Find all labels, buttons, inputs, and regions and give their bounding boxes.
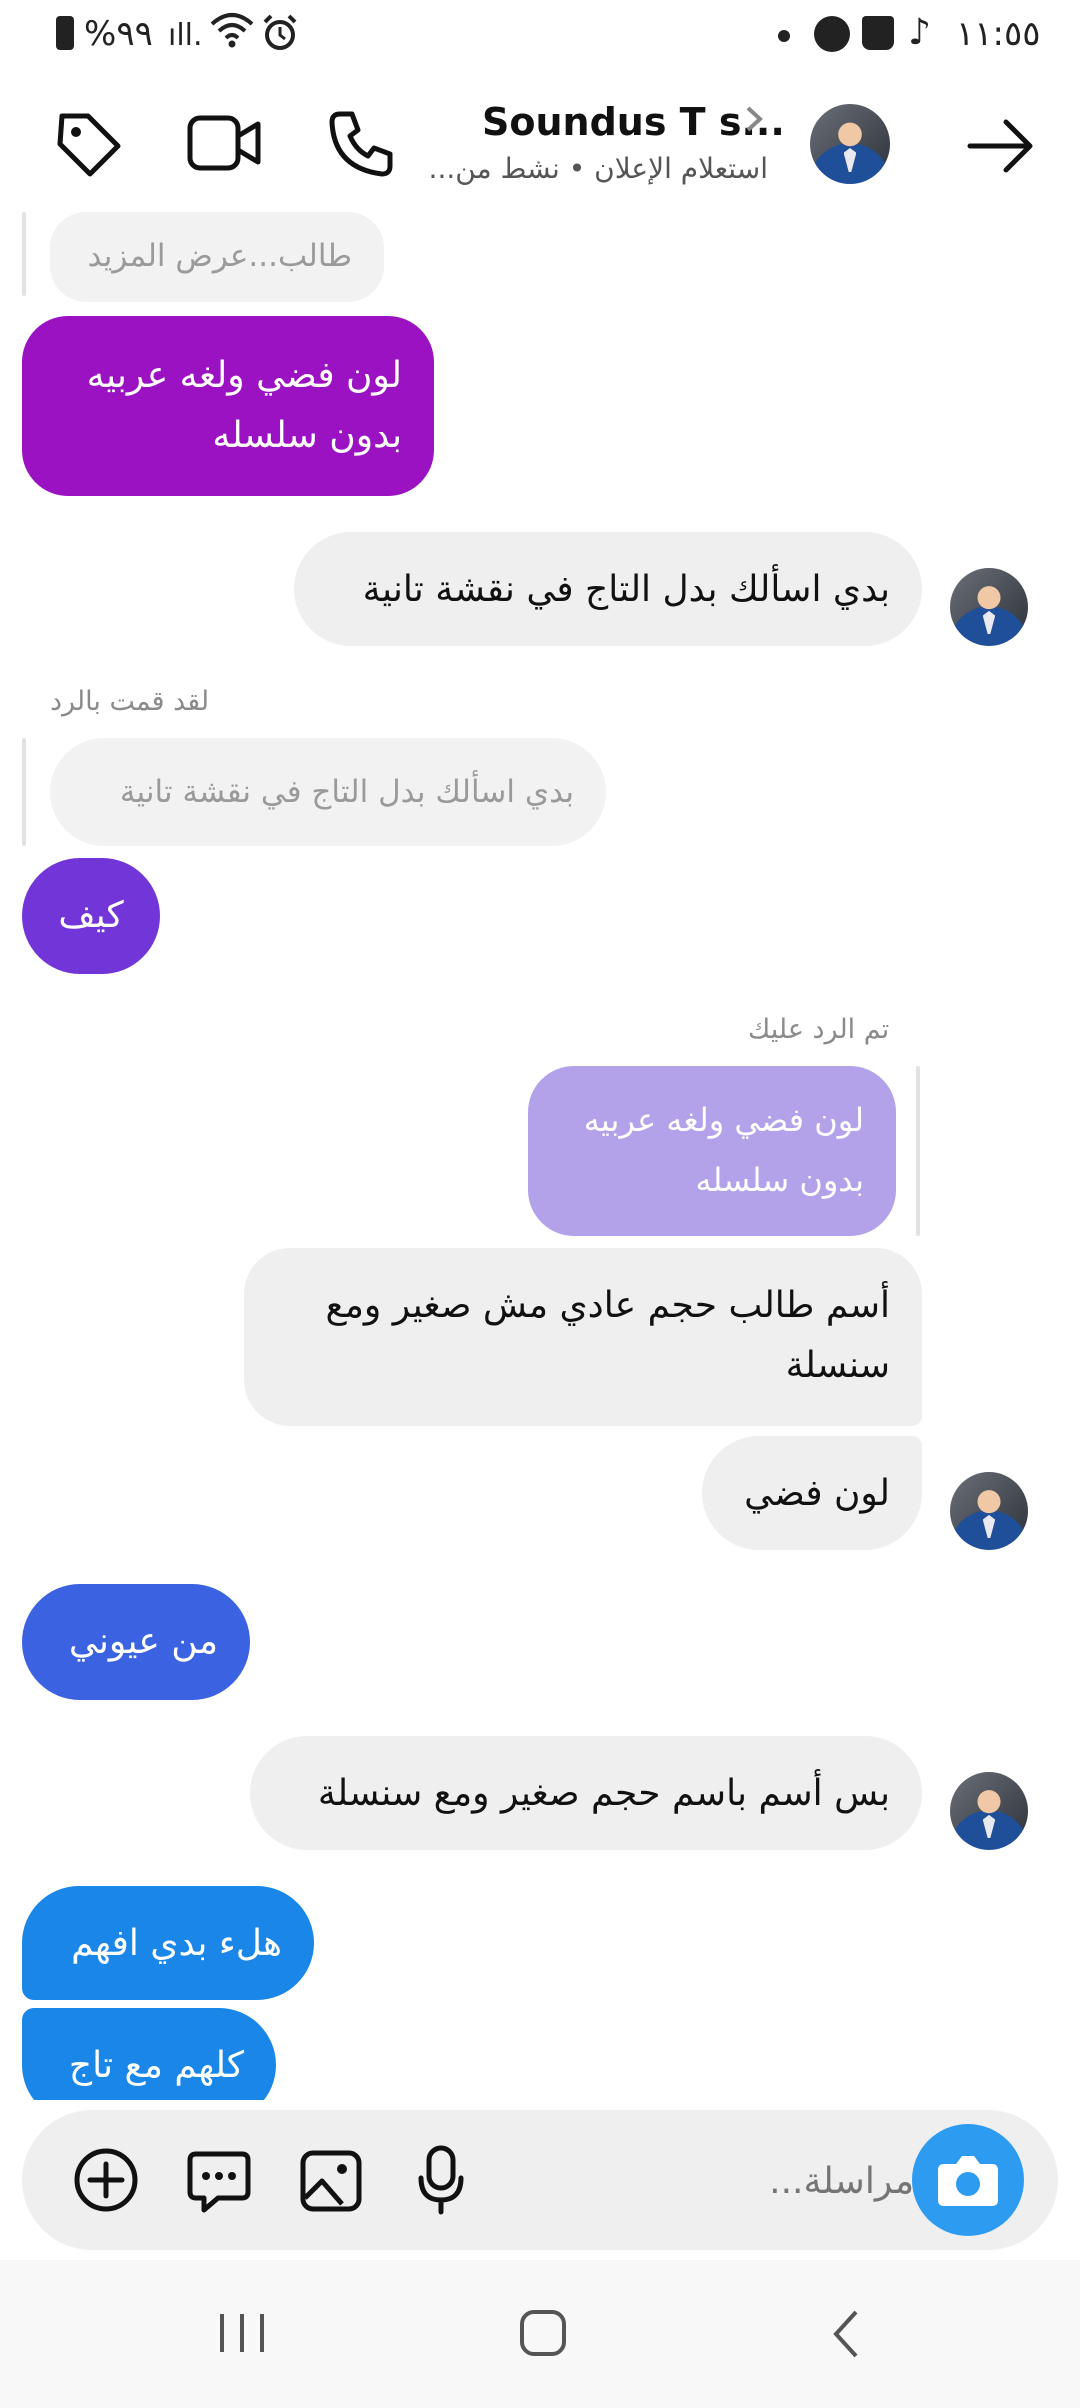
alarm-icon	[262, 14, 298, 61]
chevron-right-icon	[744, 104, 764, 138]
reply-preview[interactable]: بدي اسألك بدل التاج في نقشة تانية	[50, 738, 606, 846]
battery-text: %٩٩	[84, 14, 153, 54]
messenger-icon	[814, 16, 850, 52]
status-bar: %٩٩ ıll. ♪ ١١:٥٥	[0, 0, 1080, 72]
contact-avatar[interactable]	[810, 104, 890, 184]
system-nav-bar	[0, 2260, 1080, 2408]
conversation-subtitle: استعلام الإعلان • نشط من...	[428, 152, 768, 185]
received-message[interactable]: لون فضي	[702, 1436, 922, 1550]
reply-bar	[22, 212, 26, 296]
replied-to-message[interactable]: لون فضي ولغه عربيه بدون سلسله	[528, 1066, 896, 1236]
mic-icon[interactable]	[416, 2144, 466, 2220]
wifi-icon	[210, 10, 254, 59]
battery-icon	[56, 16, 74, 50]
reply-bar	[916, 1066, 920, 1236]
sender-avatar[interactable]	[950, 568, 1028, 646]
camera-icon	[938, 2156, 998, 2206]
back-arrow-icon[interactable]	[966, 118, 1036, 178]
reply-preview[interactable]: طالب...عرض المزيد	[50, 212, 384, 302]
reply-caption: تم الرد عليك	[748, 1014, 890, 1045]
received-message[interactable]: بدي اسألك بدل التاج في نقشة تانية	[294, 532, 922, 646]
sender-avatar[interactable]	[950, 1772, 1028, 1850]
conversation-title[interactable]: Soundus T s...	[482, 100, 785, 144]
signal-icon: ıll.	[168, 18, 203, 53]
received-message[interactable]: أسم طالب حجم عادي مش صغير ومع سنسلة	[244, 1248, 922, 1426]
video-call-icon[interactable]	[186, 110, 262, 180]
dot-icon	[778, 30, 790, 42]
back-icon[interactable]	[826, 2306, 866, 2366]
sent-message[interactable]: هلء بدي افهم	[22, 1886, 314, 2000]
plus-icon[interactable]	[72, 2146, 140, 2218]
received-message[interactable]: بس أسم باسم حجم صغير ومع سنسلة	[250, 1736, 922, 1850]
sent-message[interactable]: لون فضي ولغه عربيه بدون سلسله	[22, 316, 434, 496]
tiktok-icon: ♪	[908, 12, 931, 53]
message-input[interactable]	[492, 2148, 916, 2214]
tag-icon[interactable]	[52, 108, 124, 184]
reply-bar	[22, 738, 26, 846]
shopping-bag-icon	[862, 16, 894, 50]
sender-avatar[interactable]	[950, 1472, 1028, 1550]
sent-message[interactable]: من عيوني	[22, 1584, 250, 1700]
message-composer	[22, 2110, 1058, 2250]
reply-caption: لقد قمت بالرد	[50, 686, 210, 717]
camera-button[interactable]	[912, 2124, 1024, 2236]
sticker-icon[interactable]	[186, 2148, 252, 2218]
home-icon[interactable]	[516, 2306, 570, 2364]
sent-message[interactable]: كيف	[22, 858, 160, 974]
recents-icon[interactable]	[214, 2308, 270, 2362]
gallery-icon[interactable]	[298, 2148, 364, 2218]
phone-icon[interactable]	[326, 108, 396, 182]
clock-time: ١١:٥٥	[956, 14, 1041, 54]
